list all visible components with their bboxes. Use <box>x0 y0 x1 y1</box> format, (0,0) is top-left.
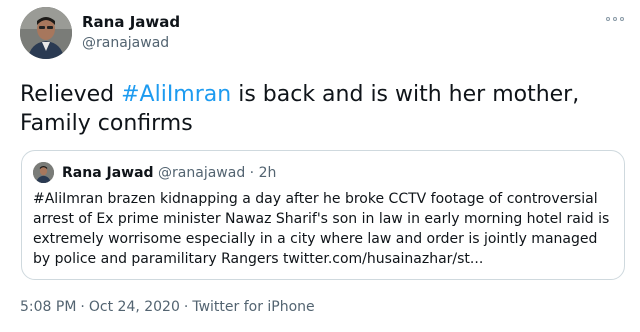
tweet-source-link[interactable]: Twitter for iPhone <box>192 299 314 315</box>
footer-separator-1: · <box>80 299 85 315</box>
author-name[interactable]: Rana Jawad <box>82 12 180 32</box>
author-handle[interactable]: @ranajawad <box>82 32 180 54</box>
quoted-author-avatar <box>33 162 54 183</box>
tweet-text-before: Relieved <box>20 82 122 107</box>
quoted-separator: · <box>249 165 255 181</box>
tweet-footer: 5:08 PM · Oct 24, 2020 · Twitter for iPhone <box>20 297 315 317</box>
quoted-author-name: Rana Jawad <box>62 165 154 181</box>
quoted-time: 2h <box>258 165 277 181</box>
hashtag-link[interactable]: #AliImran <box>121 82 231 107</box>
quoted-author-handle: @ranajawad <box>158 165 246 181</box>
quoted-tweet-card[interactable]: Rana Jawad @ranajawad · 2h #AliImran bra… <box>21 150 625 280</box>
author-avatar[interactable] <box>20 7 72 59</box>
tweet-text: Relieved #AliImran is back and is with h… <box>20 80 620 138</box>
author-info: Rana Jawad @ranajawad <box>82 12 180 54</box>
more-options-icon[interactable] <box>604 12 626 26</box>
tweet-time-link[interactable]: 5:08 PM <box>20 299 76 315</box>
footer-separator-2: · <box>183 299 189 315</box>
tweet-date-link[interactable]: Oct 24, 2020 <box>89 299 180 315</box>
quoted-text: #AliImran brazen kidnapping a day after … <box>33 191 610 267</box>
quoted-header: Rana Jawad @ranajawad · 2h <box>62 163 276 183</box>
